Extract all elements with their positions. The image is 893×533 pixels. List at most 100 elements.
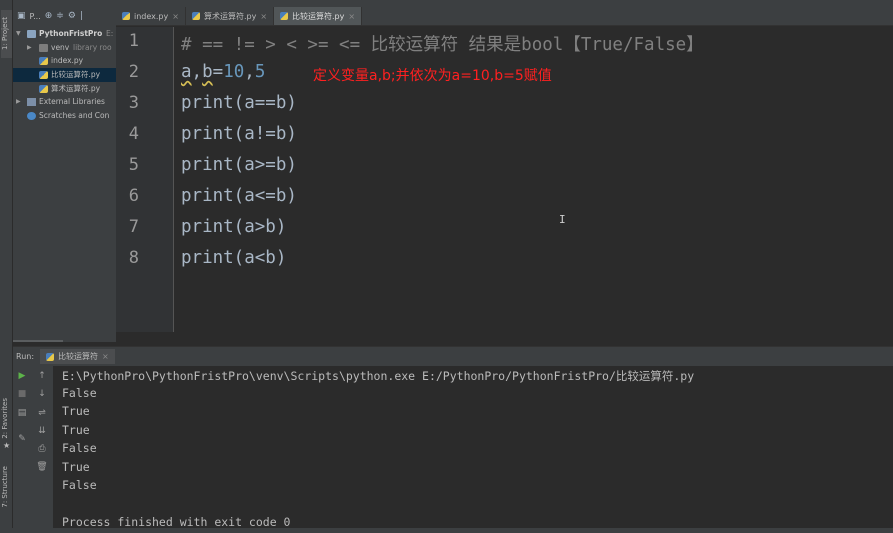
run-panel-header: Run: 比较运算符 × [13, 346, 893, 366]
scroll-to-end-icon[interactable]: ⇊ [35, 424, 49, 438]
scroll-down-icon[interactable]: ↓ [35, 387, 49, 401]
line-number-gutter: 1 2 3 4 5 6 7 8 [116, 27, 174, 332]
tree-item-note: library roo [73, 42, 112, 52]
python-file-icon [46, 352, 55, 361]
line-number: 3 [128, 93, 139, 113]
console-line: True [62, 423, 90, 437]
code-token: , [244, 62, 255, 82]
project-tool-tab[interactable]: 1: Project [1, 10, 12, 58]
layout-icon[interactable]: ▤ [15, 406, 29, 420]
folder-icon [27, 30, 36, 38]
structure-tool-tab[interactable]: 7: Structure [1, 466, 9, 508]
title-strip [13, 0, 893, 7]
tree-item-label: External Libraries [39, 97, 105, 107]
code-line-1[interactable]: # == != > < >= <= 比较运算符 结果是bool【True/Fal… [181, 31, 704, 56]
tab-comparison-py[interactable]: 比较运算符.py × [274, 7, 363, 25]
tree-item-scratches[interactable]: Scratches and Con [13, 109, 116, 123]
tree-item-path: E: [106, 29, 114, 38]
tool-window-strip: 1: Project 2: Favorites ★ 7: Structure [0, 0, 13, 533]
tab-label: 算术运算符.py [203, 11, 257, 21]
tree-item-file[interactable]: index.py [13, 54, 116, 68]
code-line-7[interactable]: print(a>b) [181, 217, 286, 237]
python-file-icon [122, 12, 130, 20]
code-editor[interactable]: # == != > < >= <= 比较运算符 结果是bool【True/Fal… [175, 27, 893, 332]
star-icon: ★ [3, 441, 11, 450]
code-token: = [212, 62, 224, 82]
run-console-output[interactable]: E:\PythonPro\PythonFristPro\venv\Scripts… [53, 366, 893, 533]
folder-icon [39, 43, 48, 52]
run-toolbar: ▶ ↑ ■ ↓ ▤ ⇌ ⇊ ✎ ⎙ 🗑 [13, 366, 53, 533]
tree-item-label: Scratches and Con [39, 111, 110, 121]
code-line-3[interactable]: print(a==b) [181, 93, 297, 113]
tree-item-external-libraries[interactable]: ▶ External Libraries [13, 95, 116, 109]
python-file-icon [191, 12, 200, 20]
close-icon[interactable]: × [172, 12, 179, 21]
python-file-icon [280, 12, 289, 20]
soft-wrap-icon[interactable]: ⇌ [35, 406, 49, 420]
run-config-tab[interactable]: 比较运算符 × [40, 349, 115, 364]
project-panel: ▣ P... ⊕ ≑ ⚙ | ▼ PythonFristPro E: ▶ ven… [13, 0, 116, 342]
line-number: 2 [128, 62, 139, 82]
scroll-up-icon[interactable]: ↑ [35, 369, 49, 383]
status-bar [0, 528, 893, 533]
collapse-arrow-icon[interactable]: ▶ [16, 95, 21, 109]
tree-item-label: index.py [51, 56, 84, 66]
code-comment: # == != > < >= <= 比较运算符 结果是bool【True/Fal… [181, 35, 704, 55]
project-view-icon[interactable]: ▣ [17, 11, 26, 21]
console-line: False [62, 478, 97, 492]
collapse-arrow-icon[interactable]: ▶ [27, 41, 32, 55]
line-number: 8 [128, 248, 139, 268]
code-line-6[interactable]: print(a<=b) [181, 186, 297, 206]
console-exit-line: Process finished with exit code 0 [62, 515, 291, 529]
code-token: a [181, 62, 192, 82]
python-file-icon [39, 71, 48, 80]
code-token: b [202, 62, 213, 82]
python-file-icon [39, 84, 48, 93]
line-number: 1 [128, 31, 139, 51]
editor-bottom-strip [116, 332, 893, 346]
favorites-tool-tab[interactable]: 2: Favorites [1, 398, 9, 439]
line-number: 7 [128, 217, 139, 237]
library-icon [27, 98, 36, 107]
code-number: 5 [254, 62, 266, 82]
gear-icon[interactable]: ⚙ [68, 11, 76, 21]
trash-icon[interactable]: 🗑 [35, 460, 49, 474]
print-icon[interactable]: ⎙ [35, 442, 49, 456]
close-icon[interactable]: × [348, 12, 355, 21]
tree-item-venv[interactable]: ▶ venv library roo [13, 41, 116, 55]
stop-icon[interactable]: ■ [15, 387, 29, 401]
console-line: True [62, 460, 90, 474]
code-line-2[interactable]: a,b=10,5 [181, 62, 265, 82]
tree-item-label: 比较运算符.py [51, 70, 101, 80]
hide-panel-icon[interactable]: | [80, 11, 83, 21]
tree-item-file-selected[interactable]: 比较运算符.py [13, 68, 116, 82]
mouse-cursor: I [559, 213, 566, 226]
code-line-8[interactable]: print(a<b) [181, 248, 286, 268]
tree-item-file[interactable]: 算术运算符.py [13, 82, 116, 96]
line-number: 5 [128, 155, 139, 175]
tab-arithmetic-py[interactable]: 算术运算符.py × [186, 7, 275, 25]
close-icon[interactable]: × [260, 12, 267, 21]
code-line-5[interactable]: print(a>=b) [181, 155, 297, 175]
tab-label: index.py [134, 11, 169, 21]
tree-item-label: venv [51, 42, 70, 52]
tree-item-root[interactable]: ▼ PythonFristPro E: [13, 27, 116, 41]
project-view-label[interactable]: P... [30, 12, 41, 21]
tab-index-py[interactable]: index.py × [116, 7, 186, 25]
scroll-from-source-icon[interactable]: ⊕ [45, 11, 53, 21]
horizontal-scrollbar[interactable] [13, 340, 63, 342]
expand-arrow-icon[interactable]: ▼ [16, 27, 21, 41]
close-icon[interactable]: × [102, 352, 109, 361]
explanation-annotation: 定义变量a,b;并依次为a=10,b=5赋值 [313, 68, 552, 84]
rerun-icon[interactable]: ▶ [15, 369, 29, 383]
tab-label: 比较运算符.py [292, 11, 345, 21]
pin-icon[interactable]: ✎ [15, 432, 29, 446]
tree-item-label: 算术运算符.py [51, 83, 101, 93]
project-toolbar: ▣ P... ⊕ ≑ ⚙ | [13, 7, 116, 25]
run-label: Run: [16, 352, 35, 361]
collapse-all-icon[interactable]: ≑ [56, 11, 64, 21]
code-line-4[interactable]: print(a!=b) [181, 124, 297, 144]
code-token: , [191, 62, 203, 82]
console-line: E:\PythonPro\PythonFristPro\venv\Scripts… [62, 369, 695, 383]
run-tab-label: 比较运算符 [58, 352, 99, 361]
